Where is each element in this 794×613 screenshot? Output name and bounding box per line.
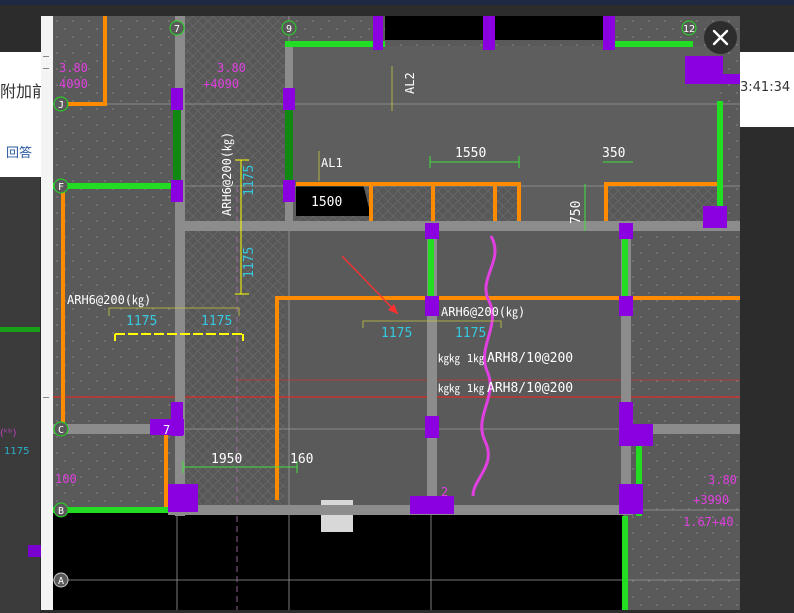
mag-text-br-3: 1.67+40 — [683, 515, 734, 529]
hatched-strip-3 — [606, 184, 720, 221]
dim-1175-vertical-b: 1175 — [242, 247, 257, 278]
dim-1175-center-b: 1175 — [455, 326, 486, 341]
close-button[interactable] — [704, 21, 737, 54]
dim-160: 160 — [290, 452, 313, 467]
dim-1500: 1500 — [311, 195, 342, 210]
axis-label-B: B — [58, 506, 64, 517]
axis-label-C: C — [58, 425, 64, 436]
axis-label-A: A — [58, 576, 64, 587]
dim-1950: 1950 — [211, 452, 242, 467]
strip-mark — [43, 56, 49, 57]
top-bar — [0, 0, 794, 5]
left-cad-text-2: 1175 — [4, 446, 30, 457]
mag-text-small: 2 — [441, 485, 448, 499]
mag-text-tl-2: 4090 — [59, 77, 88, 91]
label-arh8-b: ARH8/10@200 — [487, 381, 573, 396]
room-center — [285, 226, 625, 511]
left-cad-text-1: (ᵏᵇ) — [0, 428, 17, 439]
axis-label-9: 9 — [286, 24, 292, 35]
axis-label-7: 7 — [174, 24, 180, 35]
timestamp-fragment: 3:41:34 — [740, 80, 791, 95]
label-arh8-prefix-a: ㎏㎏ 1㎏ — [438, 352, 484, 365]
left-cad-green-line — [0, 327, 40, 332]
label-arh-center: ARH6@200(㎏) — [441, 305, 525, 319]
dim-1175-left-b: 1175 — [201, 314, 232, 329]
label-arh-vertical: ARH6@200(㎏) — [220, 132, 234, 216]
dim-1175-center-a: 1175 — [381, 326, 412, 341]
mag-text-tc-1: 3.80 — [217, 61, 246, 75]
dim-1175-vertical-a: 1175 — [242, 165, 257, 196]
axis-label-12: 12 — [683, 24, 695, 35]
dim-1550: 1550 — [455, 146, 486, 161]
left-cad-purple-block — [28, 545, 42, 557]
answer-link[interactable]: 回答 — [6, 142, 32, 161]
image-viewer-modal: 7 9 12 J F C B A 1175 1175 1175 1175 117… — [41, 16, 740, 610]
strip-mark — [43, 397, 49, 398]
axis-label-J: J — [58, 100, 64, 111]
dim-750: 750 — [569, 201, 584, 224]
mag-text-br-1: 3.80 — [708, 473, 737, 487]
mag-text-br-2: +3990 — [693, 493, 729, 507]
white-column — [321, 500, 353, 532]
mag-text-tc-2: +4090 — [203, 77, 239, 91]
close-x-icon — [712, 29, 729, 46]
label-al2: AL2 — [403, 72, 417, 94]
cad-drawing-image[interactable]: 7 9 12 J F C B A 1175 1175 1175 1175 117… — [53, 16, 740, 610]
label-arh-left: ARH6@200(㎏) — [67, 293, 151, 307]
black-area-top — [385, 16, 613, 40]
mag-text-tl-1: 3.80 — [59, 61, 88, 75]
mark-7: 7 — [163, 423, 170, 437]
label-arh8-prefix-b: ㎏㎏ 1㎏ — [438, 382, 484, 395]
label-arh8-a: ARH8/10@200 — [487, 351, 573, 366]
cad-drawing-svg: 7 9 12 J F C B A 1175 1175 1175 1175 117… — [53, 16, 740, 610]
dim-1175-left-a: 1175 — [126, 314, 157, 329]
mag-text-left: 100 — [55, 472, 77, 486]
axis-label-F: F — [58, 182, 64, 193]
strip-mark — [43, 68, 49, 69]
label-al1: AL1 — [321, 156, 343, 170]
dim-350: 350 — [602, 146, 625, 161]
